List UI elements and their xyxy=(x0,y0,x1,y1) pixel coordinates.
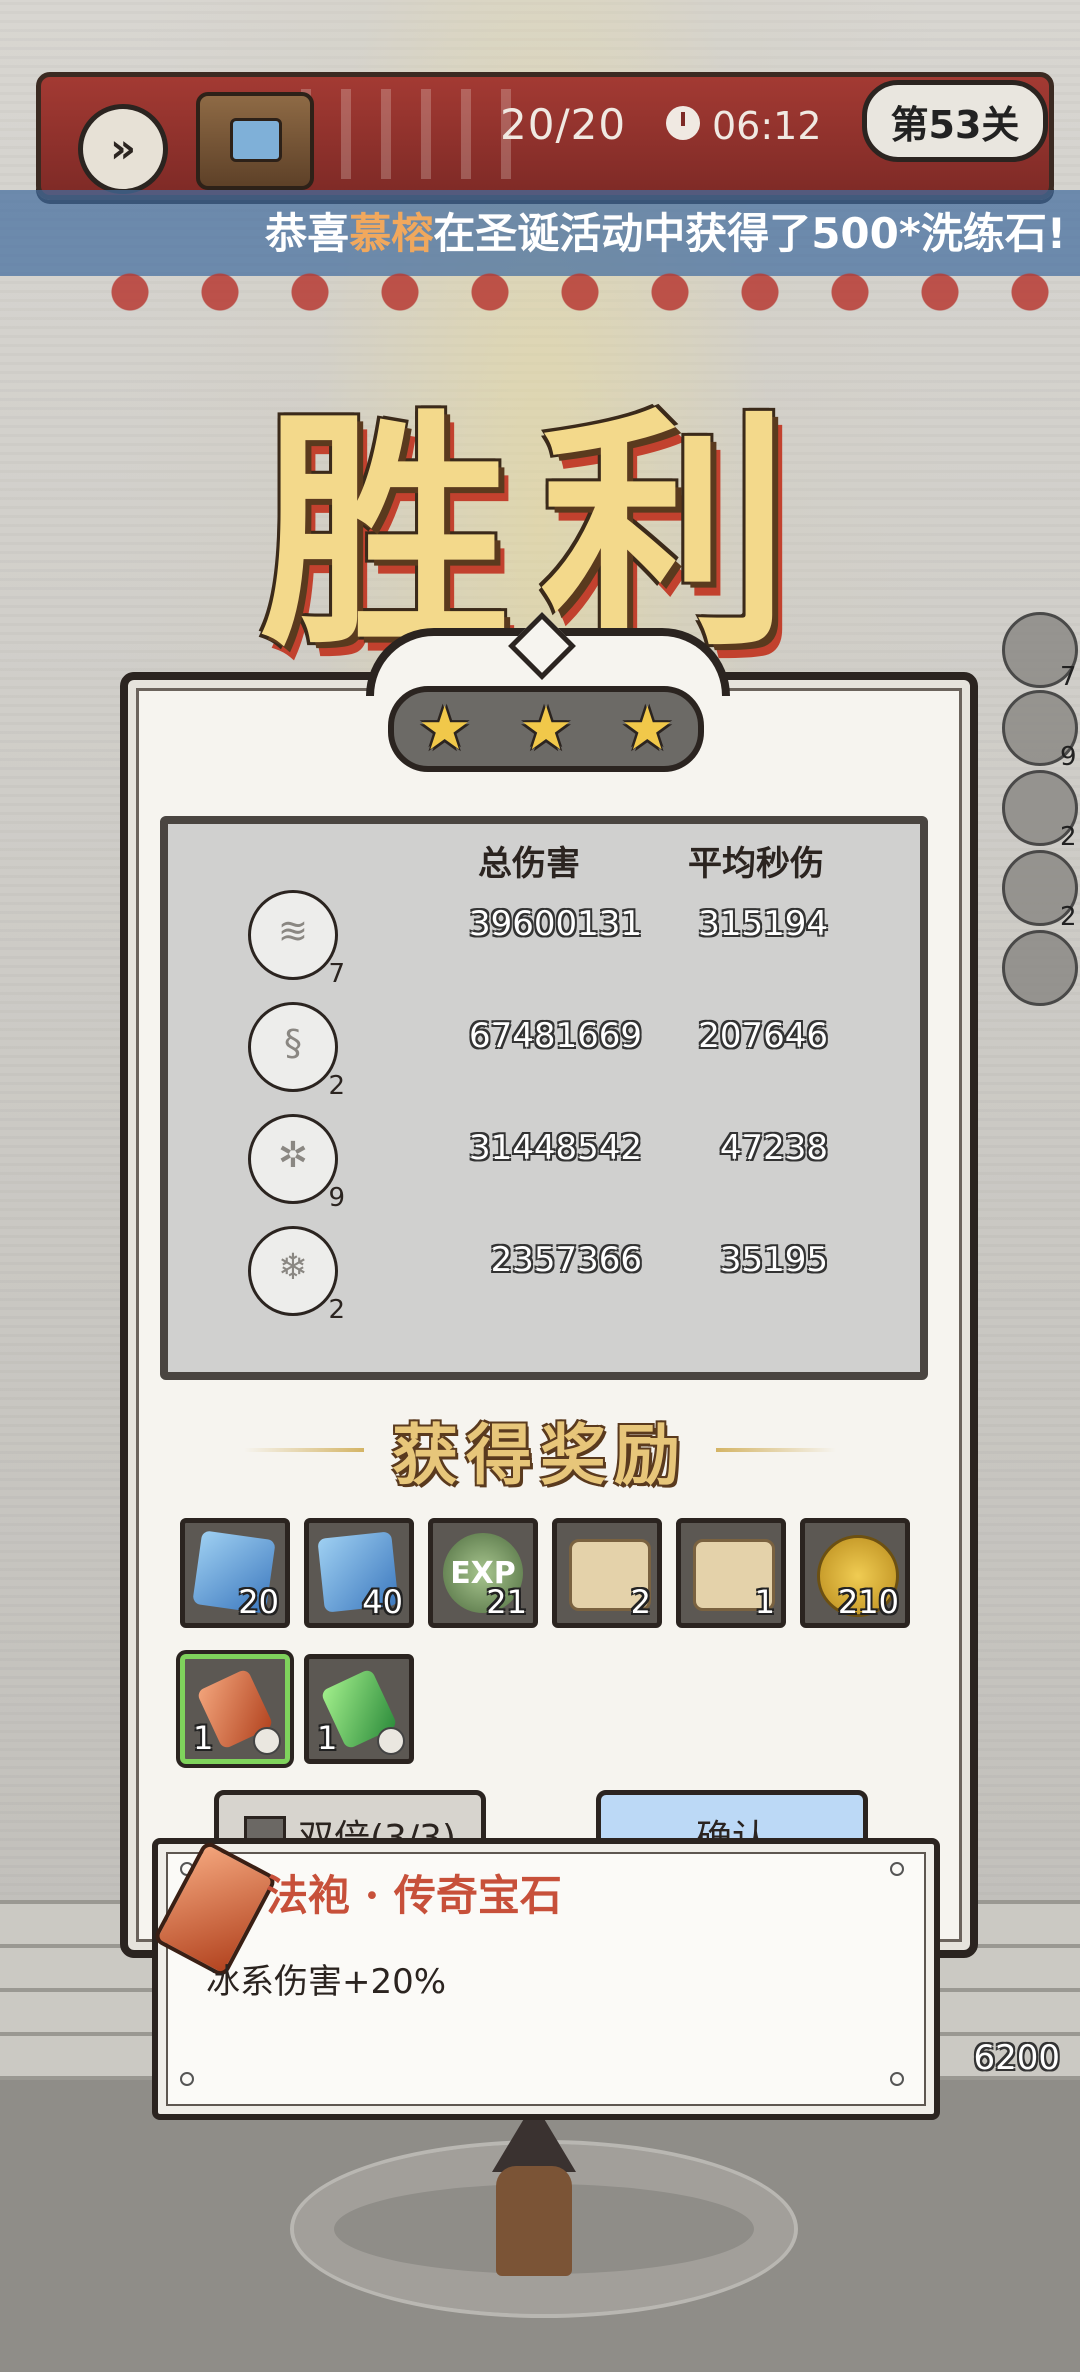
popup-rivet xyxy=(890,2072,904,2086)
star-icon: ★ xyxy=(620,694,675,764)
stats-row: ❄ 2 2357366 35195 xyxy=(168,1216,904,1328)
mage-character xyxy=(478,2102,588,2292)
reward-item[interactable]: 2 xyxy=(552,1518,662,1628)
tooltip-title: 法袍 · 传奇宝石 xyxy=(266,1871,562,1920)
header-avg-dps: 平均秒伤 xyxy=(688,844,824,884)
side-skill-3-level: 2 xyxy=(1060,822,1077,852)
star-rating: ★ ★ ★ xyxy=(388,686,704,772)
stats-row: ✲ 9 31448542 47238 xyxy=(168,1104,904,1216)
reward-item[interactable]: 1 xyxy=(180,1654,290,1764)
announcement-prefix: 恭喜 xyxy=(265,209,350,258)
reward-qty: 40 xyxy=(362,1583,403,1621)
avg-dps: 35195 xyxy=(719,1240,828,1280)
fast-forward-icon: » xyxy=(110,126,136,172)
rewards-title: 获得奖励 xyxy=(392,1416,688,1494)
avg-dps: 207646 xyxy=(698,1016,828,1056)
reward-qty: 20 xyxy=(238,1583,279,1621)
side-skill-5 xyxy=(1002,930,1078,1006)
reward-item[interactable]: 210 xyxy=(800,1518,910,1628)
total-damage: 67481669 xyxy=(468,1016,642,1056)
frost-drop-skill-icon: ❄ 2 xyxy=(248,1226,345,1325)
reward-qty: 1 xyxy=(754,1583,775,1621)
reward-qty: 210 xyxy=(837,1583,899,1621)
reward-qty: 1 xyxy=(193,1719,214,1757)
clock-icon xyxy=(666,106,700,140)
crystal-skill-icon: ✲ 9 xyxy=(248,1114,345,1213)
total-damage: 2357366 xyxy=(490,1240,642,1280)
reward-qty: 1 xyxy=(317,1719,338,1757)
total-damage: 39600131 xyxy=(468,904,642,944)
fast-forward-button[interactable]: » xyxy=(78,104,168,194)
skill-level: 9 xyxy=(328,1183,345,1213)
reward-item[interactable]: EXP 21 xyxy=(428,1518,538,1628)
announcement-suffix: 在圣诞活动中获得了500*洗练石! xyxy=(433,209,1066,258)
skill-level: 7 xyxy=(328,959,345,989)
tornado-skill-icon: ≋ 7 xyxy=(248,890,345,989)
avg-dps: 315194 xyxy=(698,904,828,944)
spiral-skill-icon: § 2 xyxy=(248,1002,345,1101)
announcement-text: 恭喜慕榕在圣诞活动中获得了500*洗练石! xyxy=(265,200,1066,261)
wave-counter: 20/20 xyxy=(500,100,627,149)
star-icon: ★ xyxy=(519,694,573,764)
popup-rivet xyxy=(890,1862,904,1876)
reward-item[interactable]: 1 xyxy=(676,1518,786,1628)
base-hp: 6200 xyxy=(973,2038,1060,2078)
gem-slot-badge-icon xyxy=(253,1727,281,1755)
tooltip-description: 冰系伤害+20% xyxy=(206,1962,447,2002)
announcement-player: 慕榕 xyxy=(349,209,434,258)
reward-item[interactable]: 1 xyxy=(304,1654,414,1764)
battle-timer: 06:12 xyxy=(712,104,822,148)
level-badge: 第53关 xyxy=(862,80,1048,162)
stats-row: § 2 67481669 207646 xyxy=(168,992,904,1104)
stocking-decor xyxy=(110,262,1050,322)
total-damage: 31448542 xyxy=(468,1128,642,1168)
reward-qty: 2 xyxy=(630,1583,651,1621)
reward-item[interactable]: 40 xyxy=(304,1518,414,1628)
header-total-damage: 总伤害 xyxy=(478,844,580,884)
stats-row: ≋ 7 39600131 315194 xyxy=(168,880,904,992)
star-icon: ★ xyxy=(417,694,472,764)
reward-qty: 21 xyxy=(486,1583,527,1621)
gem-slot-badge-icon xyxy=(377,1727,405,1755)
avg-dps: 47238 xyxy=(719,1128,828,1168)
side-skill-2-level: 9 xyxy=(1060,742,1077,772)
mage-robe xyxy=(496,2166,572,2276)
side-skill-4-level: 2 xyxy=(1060,902,1077,932)
popup-rivet xyxy=(180,2072,194,2086)
treasure-chest-icon[interactable] xyxy=(196,92,314,190)
skill-level: 2 xyxy=(328,1071,345,1101)
reward-item[interactable]: 20 xyxy=(180,1518,290,1628)
skill-level: 2 xyxy=(328,1295,345,1325)
